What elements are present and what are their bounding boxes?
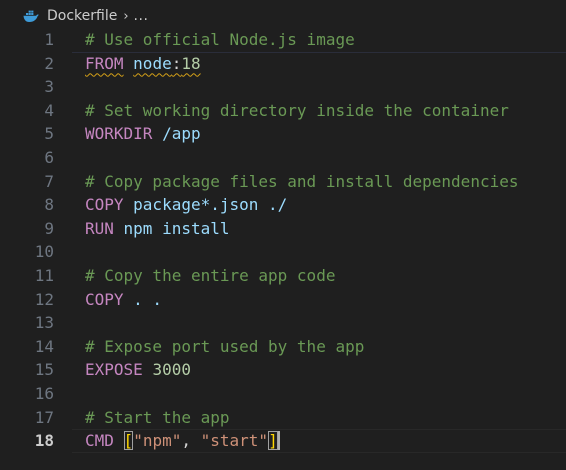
line-number: 1 <box>44 30 54 49</box>
line-text[interactable]: COPY . . <box>85 288 162 312</box>
line-number: 12 <box>34 289 54 309</box>
code-lines[interactable]: 1 # Use official Node.js image 2 FROM node:… <box>0 28 566 453</box>
line-number: 6 <box>44 147 54 167</box>
code-token-comment: # Set working directory inside the conta… <box>85 100 509 120</box>
line-number: 16 <box>34 383 54 403</box>
code-line[interactable]: 1 # Use official Node.js image <box>0 28 566 53</box>
code-token-keyword: WORKDIR <box>85 124 153 144</box>
code-line[interactable]: 5 WORKDIR /app <box>0 122 566 146</box>
code-token-text: , <box>181 431 201 451</box>
code-token-bracket: [ <box>123 431 134 451</box>
code-token-keyword: CMD <box>85 431 114 451</box>
code-token-plain: package*.json ./ <box>123 195 288 215</box>
code-line[interactable]: 9 RUN npm install <box>0 217 566 241</box>
code-line[interactable]: 13 <box>0 311 566 335</box>
code-line[interactable]: 2 FROM node:18 <box>0 52 566 76</box>
line-number: 3 <box>44 77 54 97</box>
code-token-plain: npm install <box>113 218 230 238</box>
code-token-plain: /app <box>152 124 201 144</box>
line-text[interactable]: COPY package*.json ./ <box>85 193 287 217</box>
code-line[interactable]: 11 # Copy the entire app code <box>0 264 566 288</box>
code-line[interactable]: 12 COPY . . <box>0 288 566 312</box>
code-line[interactable]: 18 CMD ["npm", "start"] <box>0 429 566 453</box>
code-token-comment: # Use official Node.js image <box>85 30 355 49</box>
code-token-plain: node <box>133 53 172 73</box>
line-number: 17 <box>34 407 54 427</box>
line-text[interactable]: # Expose port used by the app <box>85 335 364 359</box>
code-token-keyword: FROM <box>85 53 124 73</box>
line-text[interactable]: EXPOSE 3000 <box>85 358 191 382</box>
code-editor[interactable]: Dockerfile › ... 1 # Use official Node.js… <box>0 0 566 470</box>
code-line[interactable]: 14 # Expose port used by the app <box>0 335 566 359</box>
line-text[interactable]: FROM node:18 <box>85 52 201 76</box>
line-number: 4 <box>44 100 54 120</box>
line-text[interactable]: RUN npm install <box>85 217 230 241</box>
line-text[interactable]: CMD ["npm", "start"] <box>85 429 280 453</box>
breadcrumb-file[interactable]: Dockerfile <box>47 8 117 24</box>
line-number: 18 <box>34 431 54 451</box>
chevron-right-icon: › <box>123 8 129 24</box>
code-token-num: 18 <box>181 53 201 73</box>
code-token-keyword: EXPOSE <box>85 360 143 380</box>
code-token-plain: . . <box>123 289 163 309</box>
line-text[interactable]: # Start the app <box>85 406 230 430</box>
line-text[interactable]: # Copy package files and install depende… <box>85 170 518 194</box>
line-text[interactable]: WORKDIR /app <box>85 122 201 146</box>
code-line[interactable]: 6 <box>0 146 566 170</box>
code-token-bracket: ] <box>268 431 278 451</box>
text-cursor <box>277 430 280 450</box>
code-token-comment: # Copy the entire app code <box>85 265 336 285</box>
line-number: 8 <box>44 195 54 215</box>
code-line[interactable]: 7 # Copy package files and install depend… <box>0 170 566 194</box>
line-number: 5 <box>44 124 54 144</box>
code-token-comment: # Expose port used by the app <box>85 336 365 356</box>
line-number: 10 <box>34 242 54 262</box>
code-token-keyword: RUN <box>85 218 114 238</box>
code-token-keyword: COPY <box>85 195 124 215</box>
docker-whale-icon <box>23 9 40 23</box>
line-number: 9 <box>44 218 54 238</box>
code-token-keyword: COPY <box>85 289 124 309</box>
code-token-num: 3000 <box>152 360 191 380</box>
code-line[interactable]: 15 EXPOSE 3000 <box>0 358 566 382</box>
code-line[interactable]: 17 # Start the app <box>0 406 566 430</box>
code-token-str: "start" <box>200 431 269 451</box>
code-line[interactable]: 8 COPY package*.json ./ <box>0 193 566 217</box>
line-number: 2 <box>44 53 54 73</box>
breadcrumb-more[interactable]: ... <box>134 8 149 24</box>
code-line[interactable]: 3 <box>0 75 566 99</box>
code-token-op: : <box>171 53 182 73</box>
code-token-comment: # Start the app <box>85 407 230 427</box>
code-token-str: "npm" <box>133 431 182 451</box>
code-token-comment: # Copy package files and install depende… <box>85 171 519 191</box>
line-text[interactable]: # Use official Node.js image <box>85 28 355 52</box>
line-number: 15 <box>34 360 54 380</box>
line-number: 13 <box>34 313 54 333</box>
line-number: 11 <box>34 265 54 285</box>
code-line[interactable]: 4 # Set working directory inside the cont… <box>0 99 566 123</box>
line-text[interactable]: # Set working directory inside the conta… <box>85 99 509 123</box>
line-number: 7 <box>44 171 54 191</box>
code-line[interactable]: 16 <box>0 382 566 406</box>
line-text[interactable]: # Copy the entire app code <box>85 264 335 288</box>
code-line[interactable]: 10 <box>0 240 566 264</box>
line-number: 14 <box>34 336 54 356</box>
